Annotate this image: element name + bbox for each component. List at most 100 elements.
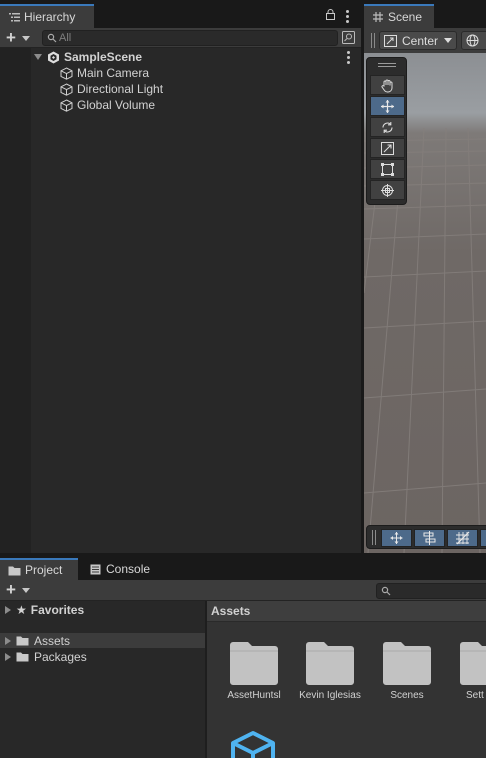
folder-icon [16,651,29,662]
transform-icon [381,183,394,197]
project-search [376,583,486,599]
rect-tool-button[interactable] [370,159,405,179]
folder-icon [460,642,486,685]
align-icon [423,531,436,545]
pivot-icon [384,34,397,47]
project-panel: Project Console + ★ Favorites Assets Pac… [0,558,486,758]
tab-console[interactable]: Console [82,558,162,580]
grid-snap-icon [456,531,470,545]
gameobject-icon [60,82,73,96]
scene-viewport[interactable] [364,53,486,553]
console-icon [90,564,101,575]
star-icon: ★ [16,602,27,617]
search-icon [381,586,391,596]
hierarchy-panel: Hierarchy + SampleScene Main Camera [0,0,361,553]
scene-toolbar: Center [364,28,486,53]
hierarchy-menu-icon[interactable] [346,10,349,25]
folder-icon [16,635,29,646]
asset-folder[interactable]: AssetHuntsl [222,641,286,701]
scale-icon [381,141,394,155]
search-options-icon[interactable] [342,31,355,47]
expand-arrow-icon[interactable] [5,652,11,661]
tree-item-label: Packages [34,649,87,664]
hierarchy-item[interactable]: Global Volume [0,97,361,113]
bottom-grip-icon [372,530,376,545]
breadcrumb: Assets [207,601,486,622]
project-folder-tree: ★ Favorites Assets Packages [0,601,205,758]
asset-folder[interactable]: Kevin Iglesias [298,641,362,701]
tab-project-label: Project [25,563,63,577]
folder-icon [383,642,431,685]
hierarchy-item-label: Global Volume [77,98,156,112]
lock-icon[interactable] [326,9,335,23]
asset-folder[interactable]: Scenes [375,641,439,701]
scene-bottom-toolbar [366,525,486,549]
scene-menu-icon[interactable] [347,51,350,66]
grid-snap-button[interactable] [447,529,478,547]
view-move-button[interactable] [381,529,412,547]
move-icon [381,99,394,113]
grid-icon [372,11,384,23]
asset-label: Kevin Iglesias [299,690,361,701]
hierarchy-item[interactable]: Main Camera [0,65,361,81]
tab-project[interactable]: Project [0,558,78,580]
search-input[interactable] [59,31,333,45]
expand-arrow-icon[interactable] [5,636,11,645]
folder-icon [230,642,278,685]
hierarchy-search [42,30,338,46]
hierarchy-item-label: Directional Light [77,82,164,96]
tab-console-label: Console [106,562,151,576]
asset-label: Scenes [390,690,424,701]
search-icon [47,33,57,43]
move-icon [390,532,403,544]
scale-tool-button[interactable] [370,138,405,158]
gameobject-icon [60,98,73,112]
global-local-dropdown[interactable] [461,31,486,50]
expand-arrow-icon[interactable] [5,605,11,614]
project-toolbar: + [0,580,486,601]
hand-tool-button[interactable] [370,75,405,95]
chevron-down-icon [444,38,453,43]
tab-scene-label: Scene [388,10,423,24]
gameobject-icon [60,66,73,80]
overlay-grip-icon[interactable] [378,63,396,67]
asset-label: AssetHuntsl [227,690,281,701]
list-icon [8,11,20,23]
tab-scene[interactable]: Scene [364,4,434,28]
pivot-mode-dropdown[interactable]: Center [379,31,457,50]
pivot-mode-label: Center [402,33,439,48]
asset-prefab[interactable] [229,729,279,758]
hierarchy-toolbar: + [0,28,361,48]
hierarchy-item[interactable]: Directional Light [0,81,361,97]
tree-item-label: Assets [34,633,71,648]
unity-scene-icon [47,51,60,64]
rotate-tool-button[interactable] [370,117,405,137]
tools-overlay [366,57,407,205]
asset-label: Sett [466,690,484,701]
tree-item-favorites[interactable]: ★ Favorites [0,602,205,617]
project-asset-browser: Assets AssetHuntsl Kevin Iglesias Scenes… [207,601,486,758]
chevron-down-icon[interactable] [22,36,30,41]
tab-hierarchy[interactable]: Hierarchy [0,4,94,28]
breadcrumb-assets[interactable]: Assets [211,604,250,618]
scene-name: SampleScene [64,50,143,64]
move-tool-button[interactable] [370,96,405,116]
extra-tool-button[interactable] [480,529,486,547]
expand-arrow-icon[interactable] [34,54,42,60]
add-icon[interactable]: + [6,581,16,598]
project-search-input[interactable] [393,584,486,598]
tree-item-assets[interactable]: Assets [0,633,205,648]
globe-icon [466,34,479,47]
chevron-down-icon[interactable] [22,588,30,593]
transform-tool-button[interactable] [370,180,405,200]
tree-item-packages[interactable]: Packages [0,649,205,664]
folder-icon [8,565,21,576]
rotate-icon [382,121,393,133]
prefab-cube-icon [231,731,275,758]
toolbar-grip-icon [371,33,375,48]
scene-row[interactable]: SampleScene [0,49,361,65]
asset-folder[interactable]: Sett [452,641,486,701]
scene-tabstrip: Scene [364,0,486,28]
add-icon[interactable]: + [6,29,16,46]
snap-settings-button[interactable] [414,529,445,547]
